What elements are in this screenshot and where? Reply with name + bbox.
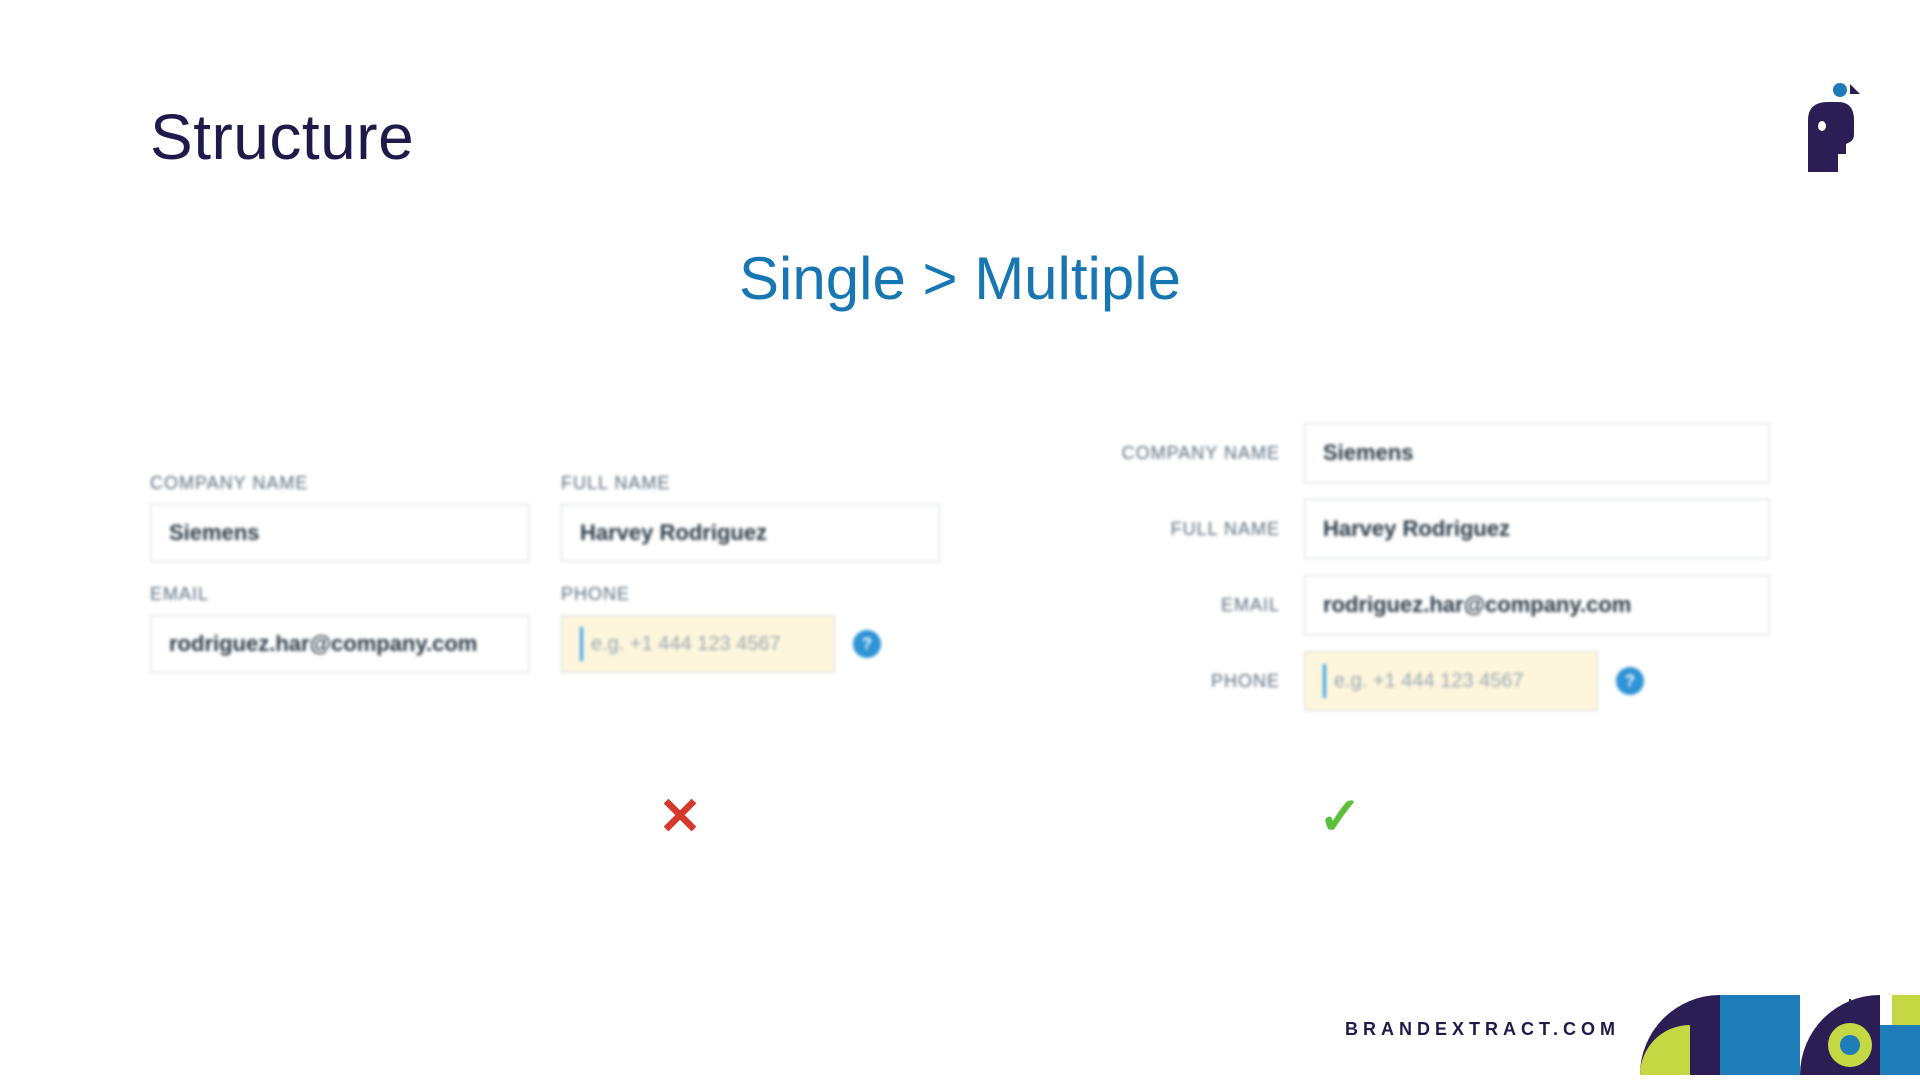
text-cursor-icon bbox=[1323, 664, 1326, 698]
email-label-right: EMAIL bbox=[1090, 595, 1280, 616]
single-column-form-example: COMPANY NAME Siemens FULL NAME Harvey Ro… bbox=[1090, 423, 1770, 727]
fullname-label-right: FULL NAME bbox=[1090, 519, 1280, 540]
phone-label-left: PHONE bbox=[561, 584, 940, 605]
company-label-left: COMPANY NAME bbox=[150, 473, 529, 494]
fullname-field-right: FULL NAME Harvey Rodriguez bbox=[1090, 499, 1770, 559]
multi-column-form-example: COMPANY NAME Siemens FULL NAME Harvey Ro… bbox=[150, 473, 940, 727]
phone-input-right[interactable]: e.g. +1 444 123 4567 bbox=[1304, 651, 1598, 711]
fullname-input-right[interactable]: Harvey Rodriguez bbox=[1304, 499, 1770, 559]
cross-icon: ✕ bbox=[658, 787, 702, 847]
company-input-left[interactable]: Siemens bbox=[150, 504, 529, 562]
phone-field-left: PHONE e.g. +1 444 123 4567 ? bbox=[561, 584, 940, 673]
phone-field-right: PHONE e.g. +1 444 123 4567 ? bbox=[1090, 651, 1770, 711]
email-input-right[interactable]: rodriguez.har@company.com bbox=[1304, 575, 1770, 635]
text-cursor-icon bbox=[580, 627, 583, 661]
help-icon[interactable]: ? bbox=[853, 630, 881, 658]
check-icon: ✓ bbox=[1318, 787, 1362, 847]
email-input-left[interactable]: rodriguez.har@company.com bbox=[150, 615, 529, 673]
help-icon[interactable]: ? bbox=[1616, 667, 1644, 695]
company-field-right: COMPANY NAME Siemens bbox=[1090, 423, 1770, 483]
phone-label-right: PHONE bbox=[1090, 671, 1280, 692]
email-label-left: EMAIL bbox=[150, 584, 529, 605]
fullname-input-left[interactable]: Harvey Rodriguez bbox=[561, 504, 940, 562]
phone-input-left[interactable]: e.g. +1 444 123 4567 bbox=[561, 615, 835, 673]
subtitle: Single > Multiple bbox=[150, 244, 1770, 313]
fullname-field-left: FULL NAME Harvey Rodriguez bbox=[561, 473, 940, 562]
page-title: Structure bbox=[150, 100, 1770, 174]
phone-placeholder-right: e.g. +1 444 123 4567 bbox=[1334, 670, 1524, 693]
company-label-right: COMPANY NAME bbox=[1090, 443, 1280, 464]
phone-placeholder-left: e.g. +1 444 123 4567 bbox=[591, 633, 781, 656]
company-input-right[interactable]: Siemens bbox=[1304, 423, 1770, 483]
footer-url: BRANDEXTRACT.COM bbox=[1345, 1019, 1620, 1040]
fullname-label-left: FULL NAME bbox=[561, 473, 940, 494]
email-field-left: EMAIL rodriguez.har@company.com bbox=[150, 584, 529, 673]
brand-logo bbox=[1798, 80, 1860, 177]
footer-decoration bbox=[1640, 995, 1920, 1080]
company-field-left: COMPANY NAME Siemens bbox=[150, 473, 529, 562]
email-field-right: EMAIL rodriguez.har@company.com bbox=[1090, 575, 1770, 635]
